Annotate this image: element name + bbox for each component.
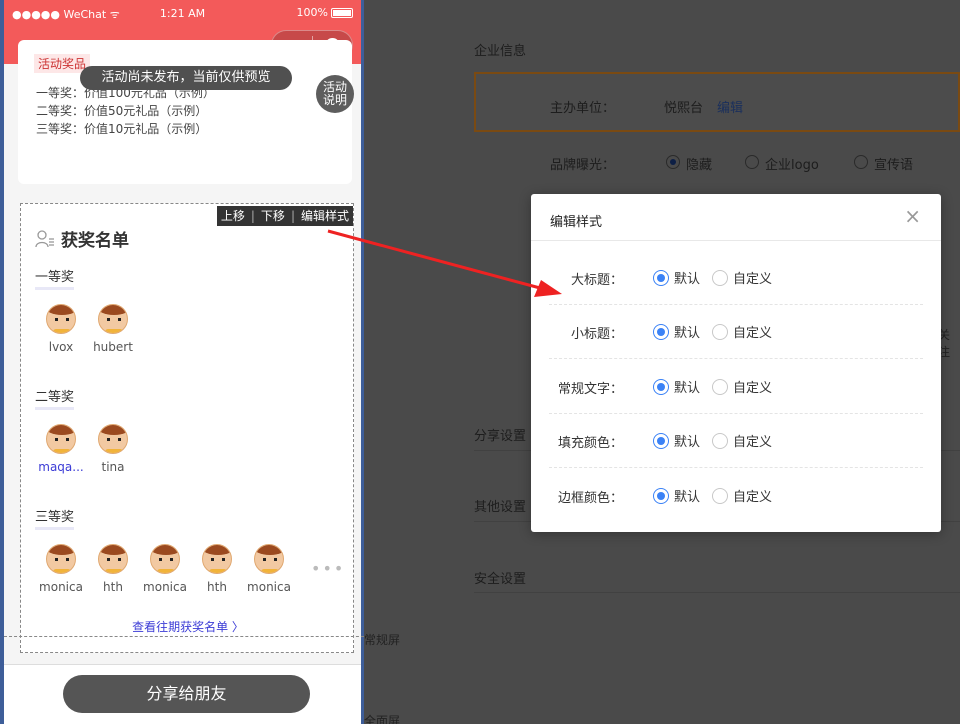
annotation-arrow-icon [327, 229, 562, 297]
